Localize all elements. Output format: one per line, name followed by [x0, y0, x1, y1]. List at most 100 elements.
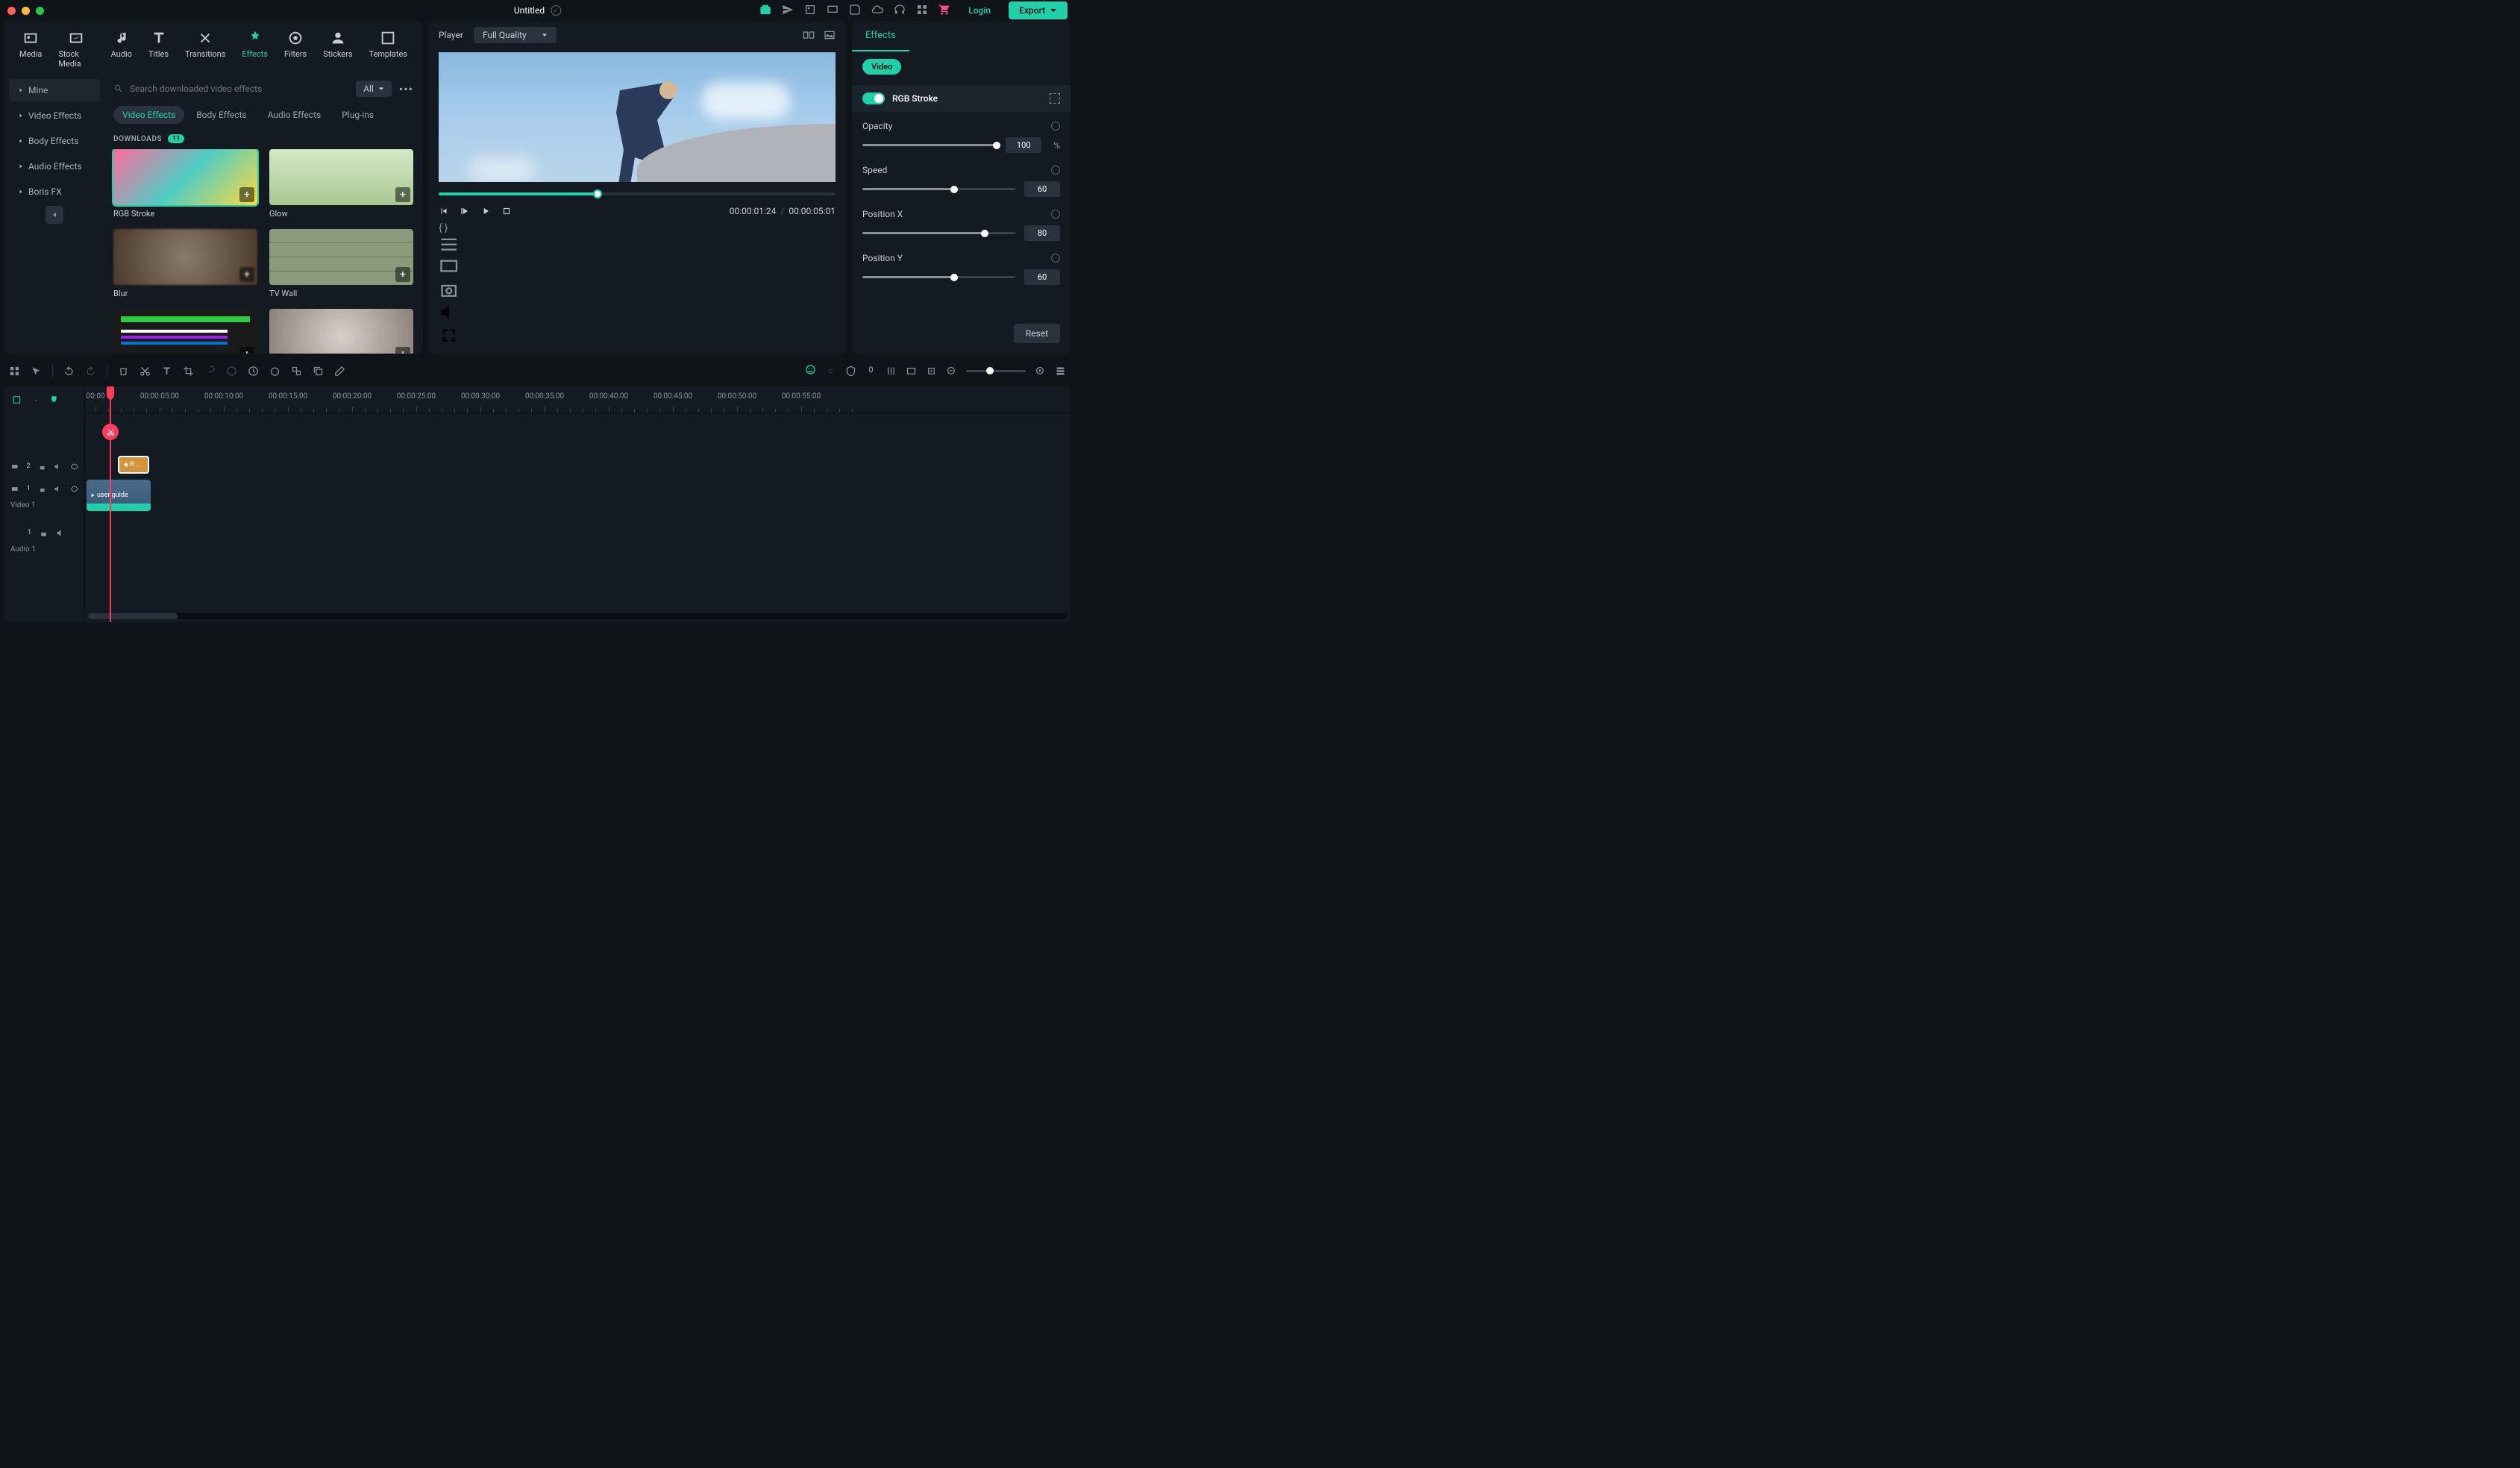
expand-icon[interactable]: [1050, 93, 1060, 104]
zoom-in-icon[interactable]: [1035, 366, 1046, 377]
save-icon[interactable]: [849, 4, 861, 18]
eye-icon[interactable]: [70, 462, 78, 471]
reset-prop-icon[interactable]: [1051, 210, 1060, 219]
zoom-slider[interactable]: [966, 370, 1026, 372]
sidebar-item-audio-effects[interactable]: Audio Effects: [9, 155, 100, 178]
collapse-sidebar[interactable]: [46, 206, 63, 224]
mute-icon[interactable]: [56, 528, 66, 538]
gift-icon[interactable]: [759, 4, 771, 18]
video-track-icon[interactable]: [10, 484, 19, 494]
window-close[interactable]: [7, 7, 16, 15]
tab-templates[interactable]: Templates: [363, 27, 413, 72]
sub-tab-body-effects[interactable]: Body Effects: [187, 106, 255, 124]
screen-icon[interactable]: [827, 4, 839, 18]
login-button[interactable]: Login: [961, 2, 998, 19]
effect-card-tv-wall[interactable]: +TV Wall: [269, 229, 413, 298]
zoom-out-icon[interactable]: [946, 366, 957, 377]
scissors-button[interactable]: [102, 424, 119, 440]
sub-tab-video-effects[interactable]: Video Effects: [113, 106, 184, 124]
cart-icon[interactable]: [938, 4, 950, 18]
prop-slider[interactable]: [862, 144, 997, 146]
list-icon[interactable]: [439, 234, 459, 254]
add-effect-button[interactable]: +: [239, 267, 254, 282]
play-pause-icon[interactable]: [460, 206, 470, 216]
lock-icon[interactable]: [38, 462, 46, 471]
add-effect-button[interactable]: +: [395, 187, 410, 202]
text-tool-icon[interactable]: [161, 366, 172, 377]
mark-icon[interactable]: [226, 366, 237, 377]
prop-value[interactable]: 60: [1024, 269, 1060, 285]
apps-icon[interactable]: [916, 4, 928, 18]
smart-icon[interactable]: [805, 364, 816, 377]
picture-icon[interactable]: [824, 29, 836, 41]
prev-frame-icon[interactable]: [439, 206, 449, 216]
prop-value[interactable]: 100: [1006, 137, 1041, 153]
link-track-icon[interactable]: [31, 395, 40, 405]
video-pill[interactable]: Video: [862, 59, 901, 75]
prop-value[interactable]: 60: [1024, 181, 1060, 197]
cut-icon[interactable]: [140, 366, 151, 377]
mute-icon[interactable]: [54, 462, 62, 471]
add-effect-button[interactable]: +: [395, 267, 410, 282]
play-icon[interactable]: [480, 206, 491, 216]
effect-toggle[interactable]: [862, 92, 885, 104]
playback-progress[interactable]: [439, 192, 836, 195]
sub-tab-audio-effects[interactable]: Audio Effects: [259, 106, 330, 124]
effect-clip[interactable]: R...: [118, 456, 149, 474]
compare-icon[interactable]: [803, 29, 815, 41]
tab-audio[interactable]: Audio: [105, 27, 138, 72]
effect-card-unnamed[interactable]: +: [269, 309, 413, 354]
add-track-icon[interactable]: [12, 395, 22, 405]
send-icon[interactable]: [782, 4, 794, 18]
sidebar-item-body-effects[interactable]: Body Effects: [9, 130, 100, 152]
lock-icon[interactable]: [39, 528, 48, 538]
snap-icon[interactable]: [67, 395, 77, 405]
eraser-icon[interactable]: [334, 366, 345, 377]
sidebar-item-mine[interactable]: Mine: [9, 79, 100, 101]
mic-icon[interactable]: [865, 366, 877, 377]
mark-in-icon[interactable]: {: [439, 222, 442, 234]
prop-slider[interactable]: [862, 276, 1015, 278]
volume-icon[interactable]: [439, 302, 459, 322]
mute-icon[interactable]: [54, 484, 62, 494]
tab-media[interactable]: Media: [13, 27, 48, 72]
add-effect-button[interactable]: +: [239, 187, 254, 202]
layout-icon[interactable]: [1055, 366, 1066, 377]
grid-tool-icon[interactable]: [9, 366, 20, 377]
lock-icon[interactable]: [38, 484, 46, 494]
prop-value[interactable]: 80: [1024, 225, 1060, 241]
undo-icon[interactable]: [63, 366, 75, 377]
quality-dropdown[interactable]: Full Quality: [474, 27, 557, 43]
effect-card-glow[interactable]: +Glow: [269, 149, 413, 219]
add-effect-button[interactable]: +: [395, 347, 410, 354]
add-effect-button[interactable]: +: [239, 347, 254, 354]
marker-icon[interactable]: [926, 366, 937, 377]
shield-icon[interactable]: [845, 366, 856, 377]
export-button[interactable]: Export: [1009, 1, 1068, 19]
tab-filters[interactable]: Filters: [278, 27, 313, 72]
pointer-tool-icon[interactable]: [31, 366, 42, 377]
effect-card-rgb-stroke[interactable]: +RGB Stroke: [113, 149, 257, 219]
audio-track-icon[interactable]: [10, 528, 20, 538]
snapshot-icon[interactable]: [439, 280, 459, 300]
effects-tab[interactable]: Effects: [852, 21, 909, 51]
link-icon[interactable]: [204, 366, 216, 377]
more-menu[interactable]: •••: [399, 82, 413, 96]
sub-tab-plug-ins[interactable]: Plug-ins: [333, 106, 383, 124]
effect-card-blur[interactable]: +Blur: [113, 229, 257, 298]
headphones-icon[interactable]: [894, 4, 906, 18]
tab-transitions[interactable]: Transitions: [179, 27, 231, 72]
timeline-ruler[interactable]: 00:0000:00:05:0000:00:10:0000:00:15:0000…: [85, 386, 1071, 413]
sidebar-item-boris-fx[interactable]: Boris FX: [9, 181, 100, 203]
frame-icon[interactable]: [906, 366, 917, 377]
display-icon[interactable]: [439, 257, 459, 277]
search-input[interactable]: [130, 84, 348, 94]
filter-all-dropdown[interactable]: All: [356, 81, 392, 97]
copy-icon[interactable]: [313, 366, 324, 377]
mark-out-icon[interactable]: }: [445, 222, 448, 234]
mixer-icon[interactable]: [886, 366, 897, 377]
effect-track-icon[interactable]: [10, 462, 19, 471]
group-icon[interactable]: [291, 366, 302, 377]
tab-stickers[interactable]: Stickers: [317, 27, 358, 72]
magnet-icon[interactable]: [49, 395, 59, 405]
